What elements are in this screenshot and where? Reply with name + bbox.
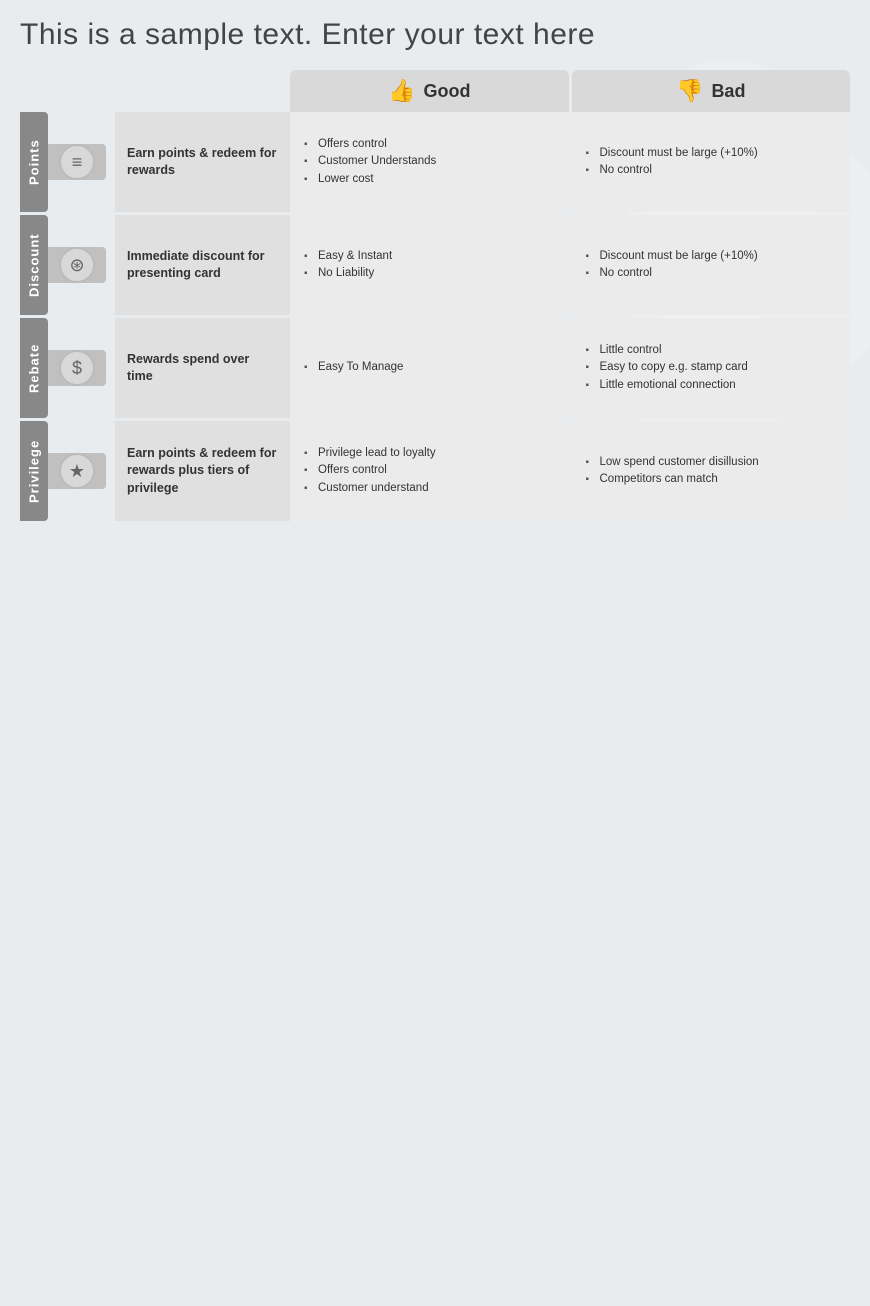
row-label-col-points: Points ≡ bbox=[20, 112, 115, 212]
bad-item: Discount must be large (+10%) bbox=[586, 248, 758, 265]
good-cell-discount: Easy & InstantNo Liability bbox=[290, 215, 569, 315]
comparison-table: 👍 Good 👎 Bad Points ≡ Earn points & rede… bbox=[20, 70, 850, 521]
bad-label: Bad bbox=[711, 81, 745, 102]
desc-text-discount: Immediate discount for presenting card bbox=[127, 248, 278, 283]
thumbs-down-icon: 👎 bbox=[676, 78, 703, 104]
good-item: Offers control bbox=[304, 136, 436, 153]
row-label-points: Points bbox=[20, 112, 48, 212]
bad-item: Competitors can match bbox=[586, 471, 759, 488]
good-item: Easy To Manage bbox=[304, 359, 403, 376]
desc-text-points: Earn points & redeem for rewards bbox=[127, 145, 278, 180]
bad-list-points: Discount must be large (+10%)No control bbox=[586, 145, 758, 180]
good-cell-privilege: Privilege lead to loyaltyOffers controlC… bbox=[290, 421, 569, 521]
good-list-points: Offers controlCustomer UnderstandsLower … bbox=[304, 136, 436, 188]
bad-cell-points: Discount must be large (+10%)No control bbox=[572, 112, 851, 212]
desc-text-rebate: Rewards spend over time bbox=[127, 351, 278, 386]
list-icon: ≡ bbox=[59, 144, 95, 180]
bad-list-discount: Discount must be large (+10%)No control bbox=[586, 248, 758, 283]
table-body: Points ≡ Earn points & redeem for reward… bbox=[20, 112, 850, 521]
bad-item: No control bbox=[586, 162, 758, 179]
table-row-points: Points ≡ Earn points & redeem for reward… bbox=[20, 112, 850, 212]
bad-cell-privilege: Low spend customer disillusionCompetitor… bbox=[572, 421, 851, 521]
good-item: Easy & Instant bbox=[304, 248, 392, 265]
good-header: 👍 Good bbox=[290, 70, 569, 112]
desc-cell-rebate: Rewards spend over time bbox=[115, 318, 290, 418]
bad-item: Discount must be large (+10%) bbox=[586, 145, 758, 162]
good-cell-rebate: Easy To Manage bbox=[290, 318, 569, 418]
bad-item: Low spend customer disillusion bbox=[586, 454, 759, 471]
table-header: 👍 Good 👎 Bad bbox=[115, 70, 850, 112]
row-icon-col-points: ≡ bbox=[48, 144, 106, 180]
star-icon: ★ bbox=[59, 453, 95, 489]
row-label-rebate: Rebate bbox=[20, 318, 48, 418]
row-icon-col-rebate: $ bbox=[48, 350, 106, 386]
row-icon-col-privilege: ★ bbox=[48, 453, 106, 489]
desc-text-privilege: Earn points & redeem for rewards plus ti… bbox=[127, 445, 278, 498]
bad-cell-rebate: Little controlEasy to copy e.g. stamp ca… bbox=[572, 318, 851, 418]
good-item: No Liability bbox=[304, 265, 392, 282]
row-label-col-rebate: Rebate $ bbox=[20, 318, 115, 418]
bad-cell-discount: Discount must be large (+10%)No control bbox=[572, 215, 851, 315]
bad-item: No control bbox=[586, 265, 758, 282]
good-item: Privilege lead to loyalty bbox=[304, 445, 436, 462]
good-label: Good bbox=[423, 81, 470, 102]
good-list-discount: Easy & InstantNo Liability bbox=[304, 248, 392, 283]
row-label-privilege: Privilege bbox=[20, 421, 48, 521]
desc-cell-privilege: Earn points & redeem for rewards plus ti… bbox=[115, 421, 290, 521]
row-label-col-discount: Discount ⊛ bbox=[20, 215, 115, 315]
row-label-discount: Discount bbox=[20, 215, 48, 315]
table-row-privilege: Privilege ★ Earn points & redeem for rew… bbox=[20, 421, 850, 521]
good-item: Lower cost bbox=[304, 171, 436, 188]
desc-cell-points: Earn points & redeem for rewards bbox=[115, 112, 290, 212]
desc-cell-discount: Immediate discount for presenting card bbox=[115, 215, 290, 315]
row-icon-col-discount: ⊛ bbox=[48, 247, 106, 283]
bad-header: 👎 Bad bbox=[572, 70, 851, 112]
page-title: This is a sample text. Enter your text h… bbox=[20, 18, 850, 52]
row-label-col-privilege: Privilege ★ bbox=[20, 421, 115, 521]
bad-list-privilege: Low spend customer disillusionCompetitor… bbox=[586, 454, 759, 489]
good-item: Customer understand bbox=[304, 480, 436, 497]
coins-icon: ⊛ bbox=[59, 247, 95, 283]
good-list-rebate: Easy To Manage bbox=[304, 359, 403, 376]
table-row-rebate: Rebate $ Rewards spend over time Easy To… bbox=[20, 318, 850, 418]
bad-list-rebate: Little controlEasy to copy e.g. stamp ca… bbox=[586, 342, 748, 394]
dollar-icon: $ bbox=[59, 350, 95, 386]
good-item: Offers control bbox=[304, 462, 436, 479]
thumbs-up-icon: 👍 bbox=[388, 78, 415, 104]
bad-item: Little control bbox=[586, 342, 748, 359]
good-cell-points: Offers controlCustomer UnderstandsLower … bbox=[290, 112, 569, 212]
good-item: Customer Understands bbox=[304, 153, 436, 170]
bad-item: Little emotional connection bbox=[586, 377, 748, 394]
table-row-discount: Discount ⊛ Immediate discount for presen… bbox=[20, 215, 850, 315]
bad-item: Easy to copy e.g. stamp card bbox=[586, 359, 748, 376]
good-list-privilege: Privilege lead to loyaltyOffers controlC… bbox=[304, 445, 436, 497]
